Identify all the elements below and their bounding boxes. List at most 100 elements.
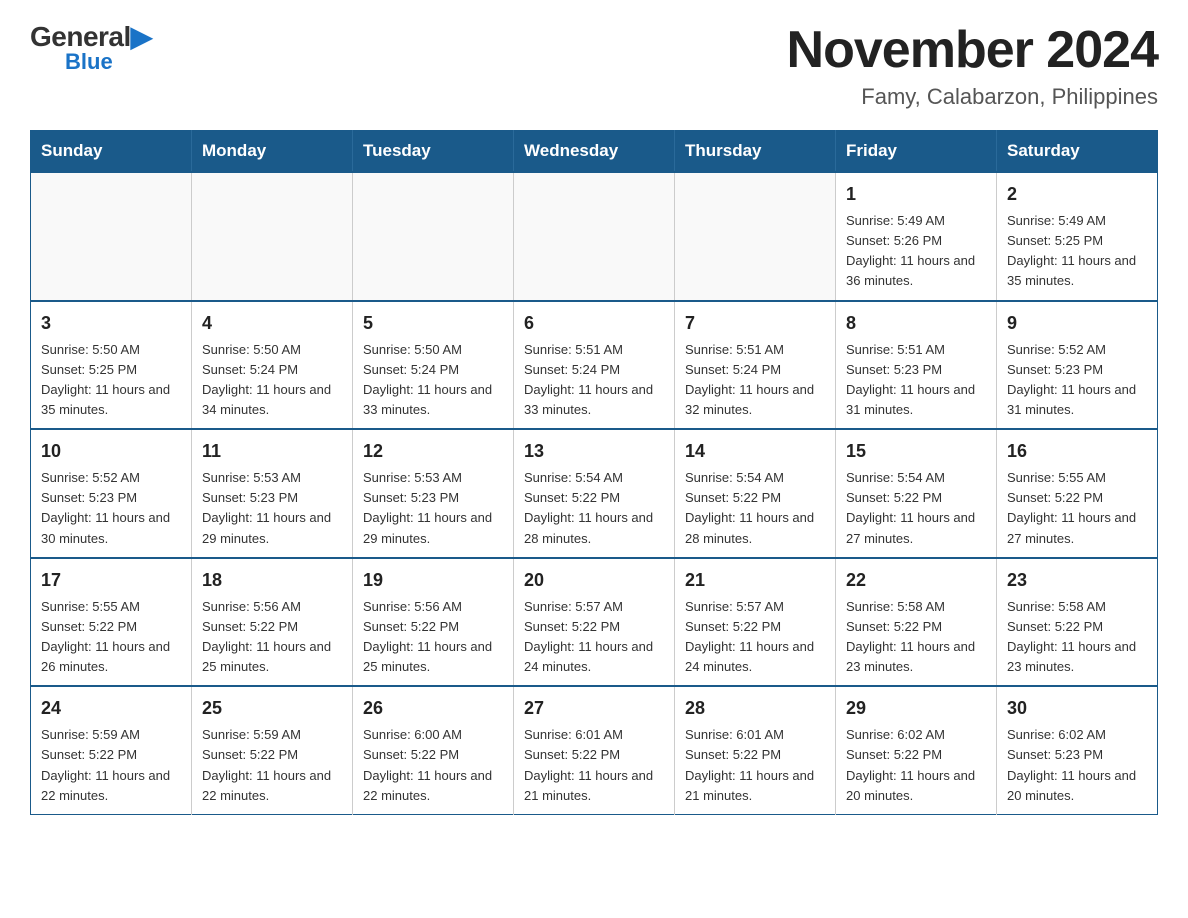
day-number: 29	[846, 695, 986, 722]
day-info: Sunrise: 5:57 AM Sunset: 5:22 PM Dayligh…	[685, 597, 825, 678]
day-number: 10	[41, 438, 181, 465]
calendar-cell: 27 Sunrise: 6:01 AM Sunset: 5:22 PM Dayli…	[514, 686, 675, 814]
day-number: 8	[846, 310, 986, 337]
day-info: Sunrise: 5:54 AM Sunset: 5:22 PM Dayligh…	[685, 468, 825, 549]
calendar-cell: 6 Sunrise: 5:51 AM Sunset: 5:24 PM Daylig…	[514, 301, 675, 430]
column-header-friday: Friday	[836, 131, 997, 173]
calendar-cell: 8Sunrise: 5:51 AM Sunset: 5:23 PM Daylig…	[836, 301, 997, 430]
calendar-cell: 23 Sunrise: 5:58 AM Sunset: 5:22 PM Dayli…	[997, 558, 1158, 687]
calendar-cell	[353, 172, 514, 301]
calendar-cell: 7 Sunrise: 5:51 AM Sunset: 5:24 PM Daylig…	[675, 301, 836, 430]
calendar-cell: 20 Sunrise: 5:57 AM Sunset: 5:22 PM Dayli…	[514, 558, 675, 687]
calendar-week-row: 24 Sunrise: 5:59 AM Sunset: 5:22 PM Dayli…	[31, 686, 1158, 814]
page-header: General▶ Blue November 2024 Famy, Calaba…	[30, 20, 1158, 110]
day-info: Sunrise: 5:51 AM Sunset: 5:24 PM Dayligh…	[524, 340, 664, 421]
day-info: Sunrise: 5:56 AM Sunset: 5:22 PM Dayligh…	[202, 597, 342, 678]
calendar-cell	[192, 172, 353, 301]
day-number: 21	[685, 567, 825, 594]
title-block: November 2024 Famy, Calabarzon, Philippi…	[787, 20, 1158, 110]
day-info: Sunrise: 5:55 AM Sunset: 5:22 PM Dayligh…	[41, 597, 181, 678]
calendar-title: November 2024	[787, 20, 1158, 80]
calendar-cell: 9Sunrise: 5:52 AM Sunset: 5:23 PM Daylig…	[997, 301, 1158, 430]
logo-blue-text: Blue	[65, 49, 113, 75]
calendar-table: SundayMondayTuesdayWednesdayThursdayFrid…	[30, 130, 1158, 815]
day-info: Sunrise: 5:52 AM Sunset: 5:23 PM Dayligh…	[1007, 340, 1147, 421]
calendar-cell: 16Sunrise: 5:55 AM Sunset: 5:22 PM Dayli…	[997, 429, 1158, 558]
day-number: 18	[202, 567, 342, 594]
column-header-wednesday: Wednesday	[514, 131, 675, 173]
calendar-subtitle: Famy, Calabarzon, Philippines	[787, 84, 1158, 110]
day-info: Sunrise: 5:50 AM Sunset: 5:24 PM Dayligh…	[202, 340, 342, 421]
day-number: 16	[1007, 438, 1147, 465]
day-number: 5	[363, 310, 503, 337]
day-number: 27	[524, 695, 664, 722]
day-number: 11	[202, 438, 342, 465]
calendar-cell: 15 Sunrise: 5:54 AM Sunset: 5:22 PM Dayli…	[836, 429, 997, 558]
calendar-cell: 22 Sunrise: 5:58 AM Sunset: 5:22 PM Dayli…	[836, 558, 997, 687]
calendar-cell	[31, 172, 192, 301]
calendar-cell: 11 Sunrise: 5:53 AM Sunset: 5:23 PM Dayli…	[192, 429, 353, 558]
calendar-header-row: SundayMondayTuesdayWednesdayThursdayFrid…	[31, 131, 1158, 173]
calendar-cell: 21 Sunrise: 5:57 AM Sunset: 5:22 PM Dayli…	[675, 558, 836, 687]
day-info: Sunrise: 5:49 AM Sunset: 5:25 PM Dayligh…	[1007, 211, 1147, 292]
day-info: Sunrise: 5:56 AM Sunset: 5:22 PM Dayligh…	[363, 597, 503, 678]
day-number: 15	[846, 438, 986, 465]
calendar-cell: 18 Sunrise: 5:56 AM Sunset: 5:22 PM Dayli…	[192, 558, 353, 687]
day-info: Sunrise: 5:58 AM Sunset: 5:22 PM Dayligh…	[1007, 597, 1147, 678]
calendar-cell: 12Sunrise: 5:53 AM Sunset: 5:23 PM Dayli…	[353, 429, 514, 558]
day-info: Sunrise: 5:49 AM Sunset: 5:26 PM Dayligh…	[846, 211, 986, 292]
calendar-cell: 17Sunrise: 5:55 AM Sunset: 5:22 PM Dayli…	[31, 558, 192, 687]
calendar-cell: 28Sunrise: 6:01 AM Sunset: 5:22 PM Dayli…	[675, 686, 836, 814]
column-header-monday: Monday	[192, 131, 353, 173]
calendar-cell: 14 Sunrise: 5:54 AM Sunset: 5:22 PM Dayli…	[675, 429, 836, 558]
day-info: Sunrise: 6:02 AM Sunset: 5:22 PM Dayligh…	[846, 725, 986, 806]
day-number: 19	[363, 567, 503, 594]
calendar-cell	[675, 172, 836, 301]
day-number: 6	[524, 310, 664, 337]
calendar-cell: 5Sunrise: 5:50 AM Sunset: 5:24 PM Daylig…	[353, 301, 514, 430]
calendar-cell: 1 Sunrise: 5:49 AM Sunset: 5:26 PM Daylig…	[836, 172, 997, 301]
day-info: Sunrise: 5:54 AM Sunset: 5:22 PM Dayligh…	[524, 468, 664, 549]
day-info: Sunrise: 5:59 AM Sunset: 5:22 PM Dayligh…	[202, 725, 342, 806]
calendar-cell: 30Sunrise: 6:02 AM Sunset: 5:23 PM Dayli…	[997, 686, 1158, 814]
day-number: 30	[1007, 695, 1147, 722]
calendar-cell: 29 Sunrise: 6:02 AM Sunset: 5:22 PM Dayli…	[836, 686, 997, 814]
day-number: 14	[685, 438, 825, 465]
day-info: Sunrise: 5:51 AM Sunset: 5:24 PM Dayligh…	[685, 340, 825, 421]
column-header-thursday: Thursday	[675, 131, 836, 173]
day-number: 20	[524, 567, 664, 594]
day-info: Sunrise: 6:01 AM Sunset: 5:22 PM Dayligh…	[685, 725, 825, 806]
day-number: 23	[1007, 567, 1147, 594]
day-number: 2	[1007, 181, 1147, 208]
calendar-cell	[514, 172, 675, 301]
day-number: 7	[685, 310, 825, 337]
calendar-week-row: 3 Sunrise: 5:50 AM Sunset: 5:25 PM Daylig…	[31, 301, 1158, 430]
day-number: 3	[41, 310, 181, 337]
day-number: 26	[363, 695, 503, 722]
day-number: 1	[846, 181, 986, 208]
calendar-cell: 24 Sunrise: 5:59 AM Sunset: 5:22 PM Dayli…	[31, 686, 192, 814]
day-info: Sunrise: 5:54 AM Sunset: 5:22 PM Dayligh…	[846, 468, 986, 549]
calendar-cell: 19 Sunrise: 5:56 AM Sunset: 5:22 PM Dayli…	[353, 558, 514, 687]
day-number: 25	[202, 695, 342, 722]
calendar-cell: 10 Sunrise: 5:52 AM Sunset: 5:23 PM Dayli…	[31, 429, 192, 558]
day-info: Sunrise: 5:59 AM Sunset: 5:22 PM Dayligh…	[41, 725, 181, 806]
day-info: Sunrise: 6:01 AM Sunset: 5:22 PM Dayligh…	[524, 725, 664, 806]
day-number: 24	[41, 695, 181, 722]
day-info: Sunrise: 5:53 AM Sunset: 5:23 PM Dayligh…	[202, 468, 342, 549]
day-number: 22	[846, 567, 986, 594]
day-number: 13	[524, 438, 664, 465]
day-info: Sunrise: 6:00 AM Sunset: 5:22 PM Dayligh…	[363, 725, 503, 806]
calendar-cell: 4 Sunrise: 5:50 AM Sunset: 5:24 PM Daylig…	[192, 301, 353, 430]
day-info: Sunrise: 5:50 AM Sunset: 5:25 PM Dayligh…	[41, 340, 181, 421]
day-info: Sunrise: 5:57 AM Sunset: 5:22 PM Dayligh…	[524, 597, 664, 678]
calendar-week-row: 17Sunrise: 5:55 AM Sunset: 5:22 PM Dayli…	[31, 558, 1158, 687]
day-number: 12	[363, 438, 503, 465]
calendar-cell: 3 Sunrise: 5:50 AM Sunset: 5:25 PM Daylig…	[31, 301, 192, 430]
day-info: Sunrise: 5:58 AM Sunset: 5:22 PM Dayligh…	[846, 597, 986, 678]
calendar-cell: 25 Sunrise: 5:59 AM Sunset: 5:22 PM Dayli…	[192, 686, 353, 814]
column-header-sunday: Sunday	[31, 131, 192, 173]
day-info: Sunrise: 5:52 AM Sunset: 5:23 PM Dayligh…	[41, 468, 181, 549]
column-header-saturday: Saturday	[997, 131, 1158, 173]
day-number: 4	[202, 310, 342, 337]
